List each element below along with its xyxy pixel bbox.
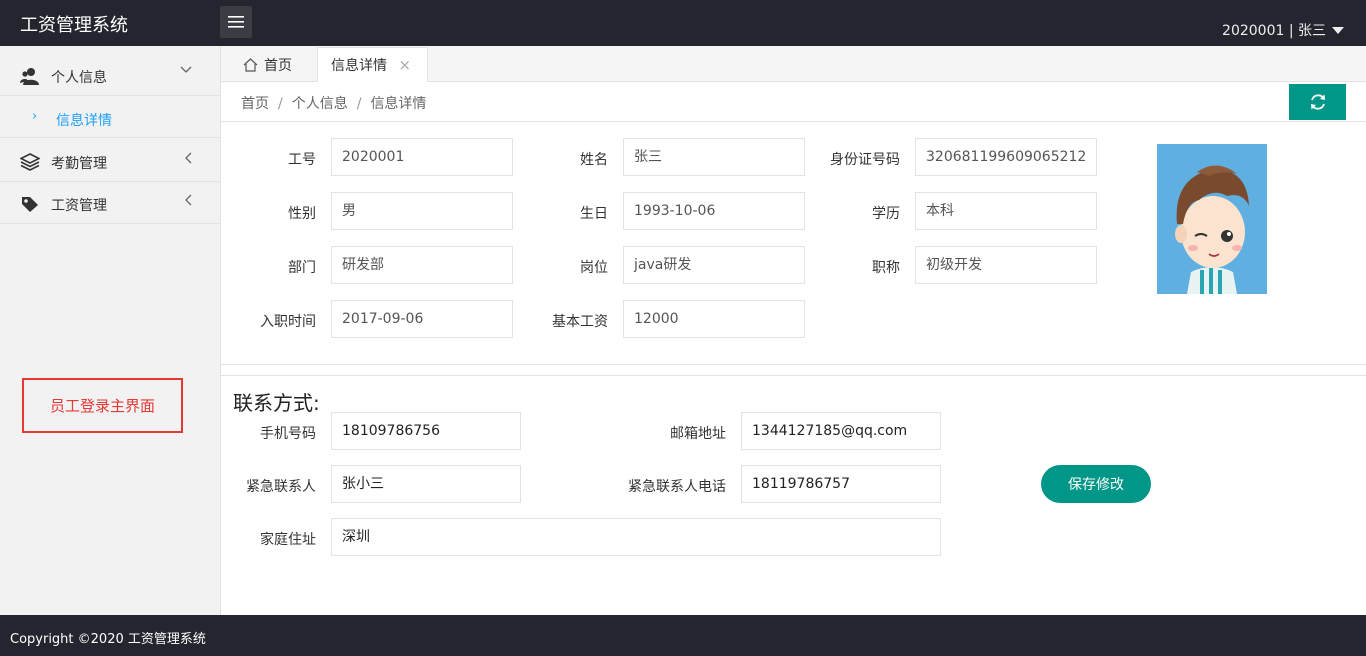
birthday-label: 生日 (580, 206, 608, 222)
job-title-label: 职称 (872, 260, 900, 276)
annotation-label: 员工登录主界面 (22, 378, 183, 433)
emergency-phone-input[interactable]: 18119786757 (741, 465, 941, 503)
sidebar-item-label: 信息详情 (56, 113, 112, 129)
breadcrumb-separator: / (278, 96, 283, 112)
hire-date-field[interactable]: 2017-09-06 (331, 300, 513, 338)
footer: Copyright ©2020 工资管理系统 (0, 615, 1366, 656)
name-label: 姓名 (580, 152, 608, 168)
user-icon (20, 68, 39, 85)
name-field[interactable]: 张三 (623, 138, 805, 176)
id-card-field[interactable]: 320681199609065212 (915, 138, 1097, 176)
breadcrumb-separator: / (356, 96, 362, 112)
tag-icon (22, 197, 38, 212)
address-label: 家庭住址 (260, 532, 316, 548)
emergency-contact-label: 紧急联系人 (246, 479, 316, 495)
tab-info-detail[interactable]: 信息详情 × (317, 47, 428, 82)
app-title: 工资管理系统 (20, 15, 128, 36)
education-label: 学历 (872, 206, 900, 222)
hire-date-label: 入职时间 (260, 314, 316, 330)
contact-section-title: 联系方式: (233, 391, 320, 415)
breadcrumb-personal-info[interactable]: 个人信息 (292, 96, 348, 112)
id-card-label: 身份证号码 (830, 152, 900, 168)
refresh-button[interactable] (1289, 84, 1346, 120)
divider (221, 375, 1366, 376)
breadcrumb-home[interactable]: 首页 (241, 96, 269, 112)
sidebar-item-label: 个人信息 (51, 70, 107, 86)
emergency-contact-input[interactable]: 张小三 (331, 465, 521, 503)
chevron-left-icon (185, 194, 192, 206)
sidebar-item-personal-info[interactable]: 个人信息 (0, 54, 220, 96)
layers-icon (20, 153, 40, 171)
top-header: 工资管理系统 2020001 | 张三 (0, 0, 1366, 46)
sidebar-item-attendance[interactable]: 考勤管理 (0, 140, 220, 182)
department-field[interactable]: 研发部 (331, 246, 513, 284)
copyright-text: Copyright ©2020 工资管理系统 (10, 632, 206, 647)
gender-label: 性别 (288, 206, 316, 222)
sidebar-item-label: 考勤管理 (51, 156, 107, 172)
emergency-phone-label: 紧急联系人电话 (628, 479, 726, 495)
chevron-left-icon (185, 152, 192, 164)
breadcrumb-current: 信息详情 (370, 96, 427, 112)
base-salary-field[interactable]: 12000 (623, 300, 805, 338)
position-field[interactable]: java研发 (623, 246, 805, 284)
emp-id-field[interactable]: 2020001 (331, 138, 513, 176)
breadcrumb-bar: 首页 / 个人信息 / 信息详情 (221, 82, 1366, 122)
user-label: 2020001 | 张三 (1222, 23, 1326, 39)
sidebar-item-label: 工资管理 (51, 198, 107, 214)
department-label: 部门 (288, 260, 316, 276)
caret-down-icon (1332, 26, 1344, 34)
menu-icon (228, 16, 244, 28)
position-label: 岗位 (580, 260, 608, 276)
job-title-field[interactable]: 初级开发 (915, 246, 1097, 284)
sidebar-item-salary[interactable]: 工资管理 (0, 182, 220, 224)
menu-toggle-button[interactable] (220, 6, 252, 38)
tab-label: 首页 (264, 57, 292, 74)
avatar-image (1157, 144, 1267, 294)
close-icon[interactable]: × (398, 56, 411, 74)
base-salary-label: 基本工资 (552, 314, 608, 330)
chevron-right-icon: › (32, 109, 38, 124)
gender-field[interactable]: 男 (331, 192, 513, 230)
avatar (1157, 144, 1267, 294)
sidebar-item-info-detail[interactable]: › 信息详情 (0, 96, 220, 138)
tab-bar: 首页 信息详情 × (221, 46, 1366, 82)
birthday-field[interactable]: 1993-10-06 (623, 192, 805, 230)
phone-input[interactable]: 18109786756 (331, 412, 521, 450)
education-field[interactable]: 本科 (915, 192, 1097, 230)
tab-home[interactable]: 首页 (235, 47, 315, 82)
tab-label: 信息详情 (331, 58, 387, 74)
save-changes-button[interactable]: 保存修改 (1041, 465, 1151, 503)
sidebar: 个人信息 › 信息详情 考勤管理 工资管理 员工登录主界面 (0, 46, 221, 615)
email-input[interactable]: 1344127185@qq.com (741, 412, 941, 450)
refresh-icon (1310, 94, 1325, 110)
phone-label: 手机号码 (260, 426, 316, 442)
chevron-down-icon (180, 66, 192, 73)
home-icon (243, 57, 258, 72)
user-menu[interactable]: 2020001 | 张三 (1222, 20, 1344, 40)
divider (221, 364, 1366, 365)
email-label: 邮箱地址 (670, 426, 726, 442)
breadcrumb: 首页 / 个人信息 / 信息详情 (241, 93, 426, 113)
address-input[interactable]: 深圳 (331, 518, 941, 556)
emp-id-label: 工号 (288, 152, 316, 168)
